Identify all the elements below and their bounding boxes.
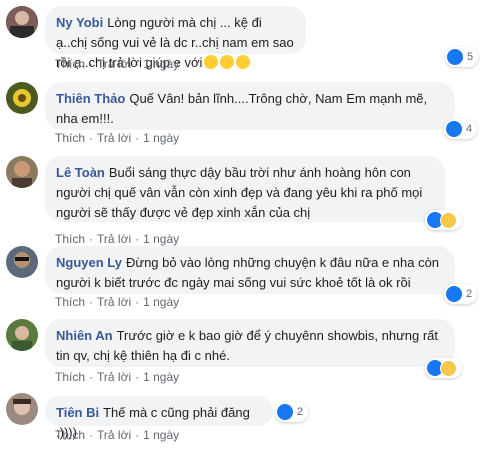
like-link[interactable]: Thích bbox=[55, 57, 85, 71]
avatar[interactable] bbox=[6, 393, 38, 425]
crying-face-icon bbox=[204, 55, 219, 69]
reaction-count: 2 bbox=[466, 288, 473, 300]
like-link[interactable]: Thích bbox=[55, 428, 85, 442]
like-icon bbox=[446, 121, 462, 137]
reply-link[interactable]: Trả lời bbox=[97, 370, 131, 384]
avatar-image bbox=[6, 393, 38, 425]
reaction-count: 5 bbox=[467, 51, 474, 63]
avatar[interactable] bbox=[6, 319, 38, 351]
avatar[interactable] bbox=[6, 6, 38, 38]
reaction-summary[interactable]: 2 bbox=[275, 402, 309, 422]
comment-time[interactable]: 1 ngày bbox=[143, 428, 179, 442]
comment-author[interactable]: Ny Yobi bbox=[56, 15, 103, 30]
comment-bubble: Thiên Thảo Quế Vân! bản lĩnh....Trông chờ… bbox=[45, 82, 455, 130]
reply-link[interactable]: Trả lời bbox=[97, 57, 131, 71]
comment-bubble: Lê Toàn Buổi sáng thực dậy bầu trời như á… bbox=[45, 156, 445, 222]
comment-text: Buổi sáng thực dậy bầu trời như ánh hoàn… bbox=[56, 165, 423, 220]
like-icon bbox=[446, 286, 462, 302]
comment-actions: Thích · Trả lời · 1 ngày bbox=[55, 57, 180, 71]
reply-link[interactable]: Trả lời bbox=[97, 232, 131, 246]
comment-actions: Thích · Trả lời · 1 ngày bbox=[55, 295, 180, 309]
reply-link[interactable]: Trả lời bbox=[97, 131, 131, 145]
avatar-image bbox=[6, 156, 38, 188]
avatar[interactable] bbox=[6, 156, 38, 188]
like-link[interactable]: Thích bbox=[55, 131, 85, 145]
reaction-summary[interactable] bbox=[425, 210, 462, 230]
avatar-image bbox=[6, 246, 38, 278]
like-link[interactable]: Thích bbox=[55, 232, 85, 246]
avatar[interactable] bbox=[6, 82, 38, 114]
comment-author[interactable]: Tiên Bi bbox=[56, 405, 99, 420]
like-link[interactable]: Thích bbox=[55, 370, 85, 384]
comment-time[interactable]: 1 ngày bbox=[143, 232, 179, 246]
comment-bubble: Nhiên An Trước giờ e k bao giờ để ý chuyê… bbox=[45, 319, 455, 367]
reaction-count: 2 bbox=[297, 406, 304, 418]
crying-face-icon bbox=[236, 55, 251, 69]
comment-actions: Thích · Trả lời · 1 ngày bbox=[55, 131, 180, 145]
wow-icon bbox=[440, 359, 457, 377]
reaction-count: 4 bbox=[466, 123, 473, 135]
comment-author[interactable]: Nguyen Ly bbox=[56, 255, 122, 270]
comment-time[interactable]: 1 ngày bbox=[143, 295, 179, 309]
comment-bubble: Nguyen Ly Đừng bỏ vào lòng những chuyện k… bbox=[45, 246, 455, 294]
like-icon bbox=[277, 404, 293, 420]
comment-text: Trước giờ e k bao giờ để ý chuyênn showb… bbox=[56, 328, 439, 363]
comment-time[interactable]: 1 ngày bbox=[143, 131, 179, 145]
comment-actions: Thích · Trả lời · 1 ngày bbox=[55, 232, 180, 246]
like-icon bbox=[447, 49, 463, 65]
comment-bubble: Ny Yobi Lòng người mà chị ... kệ đi ạ..ch… bbox=[45, 6, 306, 70]
crying-face-icon bbox=[220, 55, 235, 69]
reply-link[interactable]: Trả lời bbox=[97, 295, 131, 309]
reaction-summary[interactable]: 5 bbox=[445, 47, 479, 67]
avatar-image bbox=[6, 82, 38, 114]
avatar-image bbox=[6, 6, 38, 38]
comment-actions: Thích · Trả lời · 1 ngày bbox=[55, 428, 180, 442]
comment-time[interactable]: 1 ngày bbox=[143, 370, 179, 384]
avatar-image bbox=[6, 319, 38, 351]
reaction-summary[interactable]: 2 bbox=[444, 284, 478, 304]
wow-icon bbox=[440, 211, 457, 229]
comment-author[interactable]: Nhiên An bbox=[56, 328, 113, 343]
comment-time[interactable]: 1 ngày bbox=[143, 57, 179, 71]
avatar[interactable] bbox=[6, 246, 38, 278]
reaction-summary[interactable] bbox=[425, 358, 462, 378]
like-link[interactable]: Thích bbox=[55, 295, 85, 309]
reply-link[interactable]: Trả lời bbox=[97, 428, 131, 442]
reaction-summary[interactable]: 4 bbox=[444, 119, 478, 139]
comment-author[interactable]: Thiên Thảo bbox=[56, 91, 125, 106]
comment-author[interactable]: Lê Toàn bbox=[56, 165, 105, 180]
comment-actions: Thích · Trả lời · 1 ngày bbox=[55, 370, 180, 384]
comment-bubble: Tiên Bi Thế mà c cũng phải đăng :)))) bbox=[45, 396, 273, 440]
